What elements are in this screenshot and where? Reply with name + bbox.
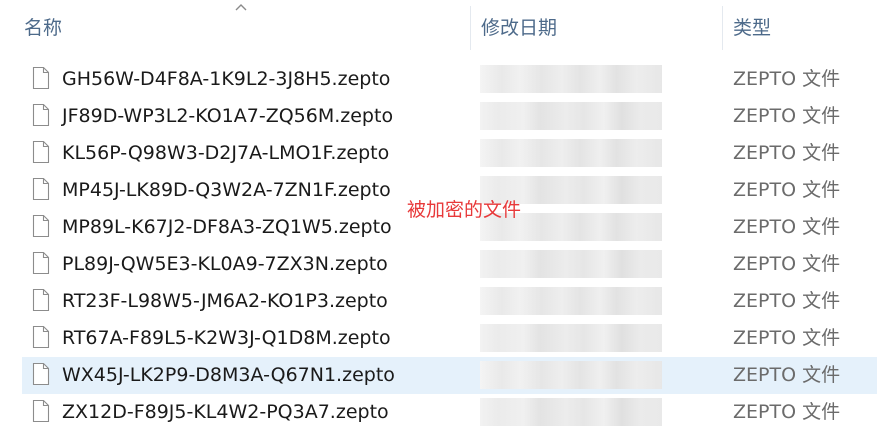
file-row[interactable]: PL89J-QW5E3-KL0A9-7ZX3N.zepto ZEPTO 文件: [22, 246, 877, 283]
file-name: ZX12D-F89J5-KL4W2-PQ3A7.zepto: [62, 401, 389, 423]
file-type: ZEPTO 文件: [733, 105, 841, 127]
file-type: ZEPTO 文件: [733, 364, 841, 386]
file-name: KL56P-Q98W3-D2J7A-LMO1F.zepto: [62, 142, 390, 164]
file-icon: [32, 251, 50, 275]
blurred-date-cell: [480, 250, 662, 278]
file-type: ZEPTO 文件: [733, 290, 841, 312]
file-icon: [32, 288, 50, 312]
file-name: PL89J-QW5E3-KL0A9-7ZX3N.zepto: [62, 253, 388, 275]
file-icon: [32, 66, 50, 90]
file-icon: [32, 103, 50, 127]
file-name: MP89L-K67J2-DF8A3-ZQ1W5.zepto: [62, 216, 392, 238]
file-type: ZEPTO 文件: [733, 216, 841, 238]
file-row[interactable]: KL56P-Q98W3-D2J7A-LMO1F.zepto ZEPTO 文件: [22, 135, 877, 172]
file-name: JF89D-WP3L2-KO1A7-ZQ56M.zepto: [62, 105, 394, 127]
file-type: ZEPTO 文件: [733, 179, 841, 201]
blurred-date-cell: [480, 324, 662, 352]
blurred-date-cell: [480, 139, 662, 167]
blurred-date-cell: [480, 65, 662, 93]
file-type: ZEPTO 文件: [733, 327, 841, 349]
file-name: RT23F-L98W5-JM6A2-KO1P3.zepto: [62, 290, 388, 312]
file-name: GH56W-D4F8A-1K9L2-3J8H5.zepto: [62, 68, 391, 90]
file-type: ZEPTO 文件: [733, 142, 841, 164]
file-icon: [32, 362, 50, 386]
blurred-date-cell: [480, 287, 662, 315]
file-row[interactable]: WX45J-LK2P9-D8M3A-Q67N1.zepto ZEPTO 文件: [22, 357, 877, 394]
file-icon: [32, 140, 50, 164]
file-row[interactable]: JF89D-WP3L2-KO1A7-ZQ56M.zepto ZEPTO 文件: [22, 98, 877, 135]
file-icon: [32, 325, 50, 349]
file-name: MP45J-LK89D-Q3W2A-7ZN1F.zepto: [62, 179, 391, 201]
blurred-date-cell: [480, 398, 662, 426]
file-row[interactable]: GH56W-D4F8A-1K9L2-3J8H5.zepto ZEPTO 文件: [22, 61, 877, 98]
file-icon: [32, 214, 50, 238]
file-row[interactable]: ZX12D-F89J5-KL4W2-PQ3A7.zepto ZEPTO 文件: [22, 394, 877, 431]
file-icon: [32, 177, 50, 201]
file-type: ZEPTO 文件: [733, 68, 841, 90]
file-name: RT67A-F89L5-K2W3J-Q1D8M.zepto: [62, 327, 391, 349]
modified-date-column-blurred: [480, 61, 662, 435]
file-icon: [32, 399, 50, 423]
file-row[interactable]: RT67A-F89L5-K2W3J-Q1D8M.zepto ZEPTO 文件: [22, 320, 877, 357]
file-name: WX45J-LK2P9-D8M3A-Q67N1.zepto: [62, 364, 395, 386]
encrypted-files-annotation: 被加密的文件: [407, 199, 522, 221]
file-row[interactable]: RT23F-L98W5-JM6A2-KO1P3.zepto ZEPTO 文件: [22, 283, 877, 320]
file-type: ZEPTO 文件: [733, 401, 841, 423]
blurred-date-cell: [480, 361, 662, 389]
blurred-date-cell: [480, 102, 662, 130]
file-type: ZEPTO 文件: [733, 253, 841, 275]
